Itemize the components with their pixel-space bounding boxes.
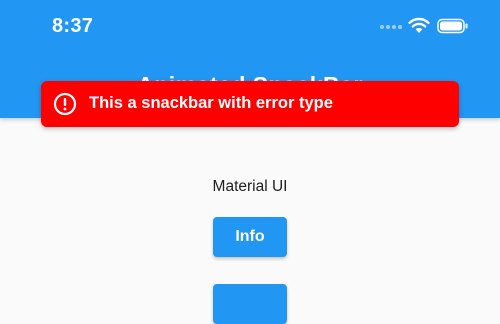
snackbar-message: This a snackbar with error type — [89, 94, 333, 112]
info-button[interactable]: Info — [213, 217, 287, 257]
battery-icon — [437, 18, 468, 34]
section-label: Material UI — [212, 178, 288, 195]
wifi-icon — [408, 17, 430, 33]
cellular-signal-icon — [380, 25, 402, 31]
second-button[interactable] — [213, 284, 287, 324]
status-bar-time: 8:37 — [52, 15, 94, 37]
error-snackbar[interactable]: This a snackbar with error type — [41, 81, 459, 127]
error-icon — [53, 92, 77, 116]
